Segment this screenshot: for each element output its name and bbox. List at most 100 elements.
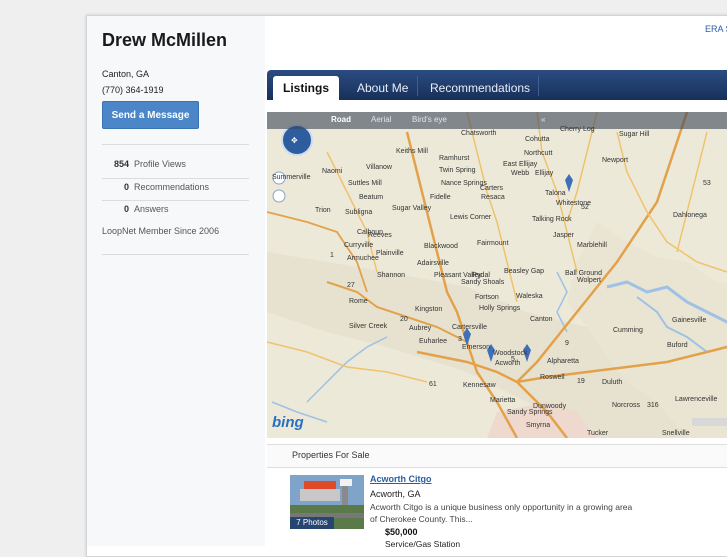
map-city-label: Webb [511, 170, 530, 177]
map-city-label: Chatsworth [461, 130, 497, 137]
map-city-label: Resaca [481, 194, 505, 201]
listing-photo[interactable]: 7 Photos [290, 475, 364, 529]
map-city-label: Beatum [359, 194, 384, 201]
map-route-label: 1 [330, 252, 334, 259]
send-message-button[interactable]: Send a Message [102, 101, 199, 129]
map-city-label: Alpharetta [547, 358, 579, 365]
company-link[interactable]: ERA S [705, 24, 727, 34]
map-city-label: Plainville [376, 250, 404, 257]
map-route-label: 316 [647, 402, 659, 409]
divider [102, 144, 249, 145]
map-city-label: Cherry Log [560, 126, 595, 133]
listing-title-link[interactable]: Acworth Citgo [370, 474, 432, 484]
map-route-label: 27 [347, 282, 355, 289]
map-city-label: Ramhurst [439, 155, 470, 162]
stat-value: 0 [123, 182, 129, 192]
map-city-label: Buford [667, 342, 688, 349]
map-route-label: 5 [511, 356, 515, 363]
map-route-label: 19 [577, 378, 585, 385]
map-city-label: Cartersville [452, 324, 488, 331]
map-city-label: Aubrey [409, 325, 432, 332]
zoom-out-icon[interactable] [272, 189, 286, 203]
profile-phone: (770) 364-1919 [102, 85, 164, 95]
stat-label: Recommendations [134, 182, 210, 192]
map-city-label: Carters [480, 185, 503, 192]
map-city-label: Norcross [612, 402, 641, 409]
map-city-label: Emerson [462, 344, 491, 351]
map-city-label: Holly Springs [479, 305, 521, 312]
map-city-label: Euharlee [419, 338, 448, 345]
stat-recommendations: 0 Recommendations [102, 182, 249, 202]
map-city-label: Northcutt [524, 150, 553, 157]
listing-price: $50,000 [385, 527, 418, 537]
map-city-label: Rome [349, 298, 368, 305]
map-city-label: Adairsville [417, 260, 449, 267]
map-scale-bar [692, 418, 727, 426]
map-city-label: Subligna [345, 209, 373, 216]
tab-recommendations[interactable]: Recommendations [420, 76, 540, 100]
stat-label: Answers [134, 204, 169, 214]
map-city-label: Trion [315, 207, 331, 214]
profile-card: Drew McMillen Canton, GA (770) 364-1919 … [86, 15, 727, 557]
tab-listings[interactable]: Listings [273, 76, 340, 100]
map-mode-road[interactable]: Road [331, 115, 351, 124]
map-city-label: Curryville [344, 242, 374, 249]
map-city-label: Wolpert [577, 277, 601, 284]
map-city-label: Duluth [602, 379, 623, 386]
map-city-label: Smyrna [526, 422, 551, 429]
map-pan-arrows: ✥ [291, 136, 298, 145]
properties-header: Properties For Sale [267, 444, 727, 468]
tab-bar: Listings About Me Recommendations [267, 70, 727, 100]
map-route-label: 52 [581, 204, 589, 211]
map-city-label: Summerville [272, 174, 311, 181]
map-city-label: Fidelle [430, 194, 451, 201]
stat-answers: 0 Answers [102, 204, 249, 224]
stat-value: 0 [123, 204, 129, 214]
map-city-label: East Ellijay [503, 161, 538, 168]
map-city-label: Suttles Mill [348, 180, 382, 187]
map-city-label: Talona [545, 190, 566, 197]
divider [102, 200, 249, 201]
map-collapse-icon[interactable]: « [541, 115, 545, 124]
map-city-label: Twin Spring [439, 167, 476, 174]
map-city-label: Shannon [377, 272, 406, 279]
bing-logo: bing [272, 414, 304, 431]
map-city-label: Marblehill [577, 242, 607, 249]
listing-description: Acworth Citgo is a unique business only … [370, 502, 633, 524]
tab-about-me[interactable]: About Me [347, 76, 418, 100]
stat-profile-views: 854 Profile Views [102, 159, 249, 179]
map-city-label: Naomi [322, 168, 343, 175]
tab-separator [538, 76, 539, 96]
map-city-label: Tucker [587, 430, 609, 437]
map-city-label: Marietta [490, 397, 516, 404]
map-city-label: Newport [602, 157, 629, 164]
member-since: LoopNet Member Since 2006 [102, 226, 220, 236]
listing-city: Acworth, GA [370, 489, 421, 499]
map-route-label: 9 [565, 340, 569, 347]
listings-map[interactable]: ✥ Road Aerial Bird's eye « Chatsworth Ch… [267, 112, 727, 438]
map-mode-aerial[interactable]: Aerial [371, 115, 391, 124]
map-route-label: 3 [458, 336, 462, 343]
map-city-label: Ball Ground [565, 270, 602, 277]
map-city-label: Sugar Hill [619, 131, 650, 138]
map-city-label: Kennesaw [463, 382, 496, 389]
map-city-label: Cohutta [525, 136, 550, 143]
map-route-label: 53 [703, 180, 711, 187]
stat-label: Profile Views [134, 159, 186, 169]
map-mode-birdseye[interactable]: Bird's eye [412, 115, 447, 124]
properties-title: Properties For Sale [292, 450, 370, 460]
map-city-label: Keiths Mill [396, 148, 428, 155]
map-city-label: Lawrenceville [675, 396, 718, 403]
map-city-label: Armuchee [347, 255, 379, 262]
tab-separator [417, 76, 418, 96]
profile-location: Canton, GA [102, 69, 150, 79]
map-canvas: ✥ [267, 112, 727, 438]
map-city-label: Kingston [415, 306, 443, 313]
map-city-label: Waleska [516, 293, 543, 300]
map-city-label: Lewis Corner [450, 214, 492, 221]
map-mode-toolbar: Road Aerial Bird's eye « [267, 112, 727, 129]
map-city-label: Canton [530, 316, 553, 323]
map-city-label: Beasley Gap [504, 268, 545, 275]
map-city-label: Dahlonega [673, 212, 707, 219]
map-city-label: Ellijay [535, 170, 554, 177]
